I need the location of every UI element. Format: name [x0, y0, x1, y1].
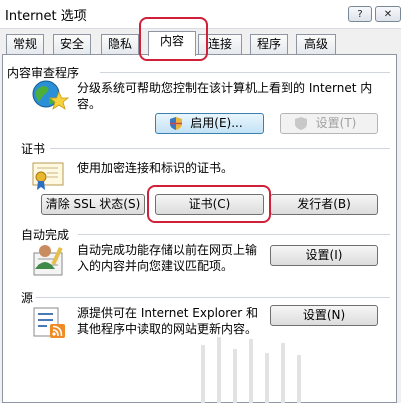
- autocomplete-settings-button[interactable]: 设置(I): [270, 245, 378, 266]
- tab-privacy[interactable]: 隐私: [101, 34, 139, 54]
- close-button[interactable]: ✕: [375, 6, 401, 22]
- feeds-heading: 源: [21, 291, 34, 305]
- certificates-heading: 证书: [21, 142, 46, 156]
- enable-button-label: 启用(E)...: [190, 116, 243, 130]
- tab-connections[interactable]: 连接: [198, 34, 242, 54]
- globe-star-icon: [32, 80, 69, 110]
- clear-ssl-state-button[interactable]: 清除 SSL 状态(S): [41, 194, 145, 215]
- autocomplete-user-icon: [33, 245, 63, 276]
- publishers-button[interactable]: 发行者(B): [270, 194, 378, 215]
- tab-programs[interactable]: 程序: [250, 34, 288, 54]
- watermark: [201, 337, 301, 403]
- certificates-button[interactable]: 证书(C): [155, 194, 264, 215]
- feeds-settings-button[interactable]: 设置(N): [270, 305, 378, 326]
- tab-general[interactable]: 常规: [6, 34, 44, 54]
- divider: [78, 234, 390, 235]
- settings-button-label: 设置(T): [315, 116, 357, 130]
- tab-advanced[interactable]: 高级: [296, 34, 336, 54]
- tab-security[interactable]: 安全: [53, 34, 91, 54]
- content-advisor-settings-button[interactable]: 设置(T): [280, 113, 378, 134]
- tab-strip: 常规 安全 隐私 内容 连接 程序 高级: [0, 31, 401, 56]
- shield-icon: [295, 117, 307, 130]
- shield-icon: [170, 117, 182, 130]
- feeds-description: 源提供可在 Internet Explorer 和其他程序中读取的网站更新内容。: [77, 306, 259, 336]
- divider: [100, 72, 390, 73]
- autocomplete-description: 自动完成功能存储以前在网页上输入的内容并向您建议匹配项。: [77, 243, 258, 273]
- title-bar: Internet 选项 ? ✕: [0, 0, 401, 29]
- certificate-icon: [32, 162, 64, 190]
- enable-content-advisor-button[interactable]: 启用(E)...: [155, 113, 264, 134]
- feeds-icon: [33, 307, 65, 338]
- certificates-description: 使用加密连接和标识的证书。: [77, 161, 234, 175]
- content-advisor-description: 分级系统可帮助您控制在该计算机上看到的 Internet 内容。: [77, 81, 373, 111]
- divider: [50, 148, 390, 149]
- autocomplete-heading: 自动完成: [21, 228, 70, 242]
- help-button[interactable]: ?: [348, 6, 372, 22]
- window-title: Internet 选项: [5, 9, 87, 24]
- divider: [36, 297, 390, 298]
- tab-content[interactable]: 内容: [148, 31, 196, 56]
